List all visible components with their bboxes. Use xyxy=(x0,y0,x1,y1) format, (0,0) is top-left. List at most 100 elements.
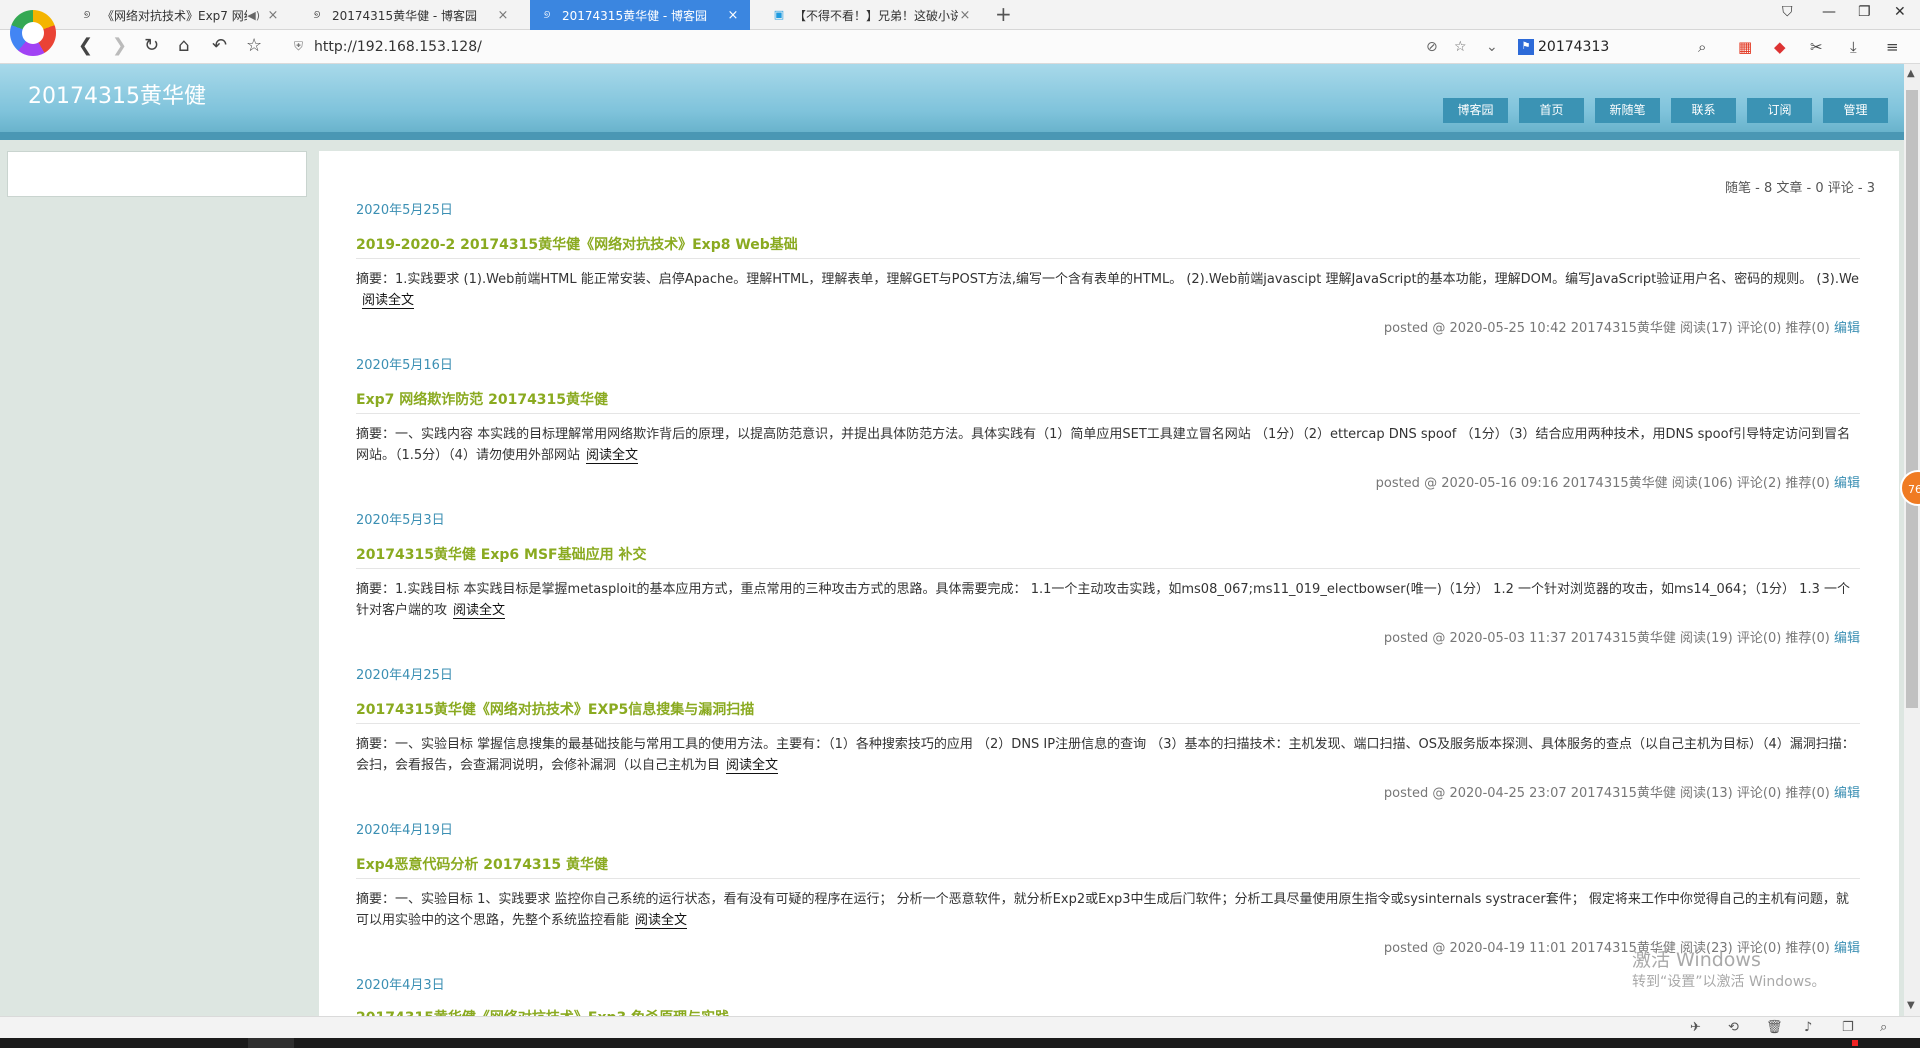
post-date[interactable]: 2020年5月25日 xyxy=(356,199,1860,218)
post-item: 2020年4月25日 20174315黄华健《网络对抗技术》EXP5信息搜集与漏… xyxy=(356,664,1860,801)
browser-status-bar: ✈ ⟲ 🗑 ♪ ❐ ⌕ xyxy=(0,1016,1920,1038)
nav-cnblogs[interactable]: 博客园 xyxy=(1443,98,1508,123)
scroll-down-icon[interactable]: ▼ xyxy=(1907,1000,1915,1011)
summary-text: 摘要：一、实践内容 本实践的目标理解常用网络欺诈背后的原理，以提高防范意识，并提… xyxy=(356,427,1851,463)
page-scrollbar[interactable]: ▲ ▼ xyxy=(1904,64,1920,1016)
search-input[interactable]: 20174313 xyxy=(1538,39,1609,55)
close-window-icon[interactable]: ✕ xyxy=(1894,4,1906,20)
post-date[interactable]: 2020年4月19日 xyxy=(356,819,1860,838)
browser-tab-bar: ୭ 《网络对抗技术》Exp7 网络欺诈 ◀) × ୭ 20174315黄华健 -… xyxy=(0,0,1920,30)
zoom-icon[interactable]: ⌕ xyxy=(1880,1020,1887,1035)
menu-icon[interactable]: ≡ xyxy=(1886,38,1899,56)
site-icon: ୭ xyxy=(543,8,551,21)
meta-text: posted @ 2020-04-19 11:01 20174315黄华健 阅读… xyxy=(1383,941,1830,956)
post-title[interactable]: 20174315黄华健 Exp6 MSF基础应用 补交 xyxy=(356,544,1860,569)
apps-icon[interactable]: ▦ xyxy=(1738,38,1752,56)
floating-badge[interactable]: 76 xyxy=(1900,470,1920,506)
close-icon[interactable]: × xyxy=(958,8,972,23)
download-icon[interactable]: ⤓ xyxy=(1850,38,1857,56)
site-icon: ୭ xyxy=(83,8,91,21)
site-icon: ୭ xyxy=(313,8,321,21)
game-icon[interactable]: ◆ xyxy=(1774,38,1786,56)
edit-link[interactable]: 编辑 xyxy=(1834,631,1860,646)
accelerate-icon[interactable]: ✈ xyxy=(1690,1020,1701,1035)
post-date[interactable]: 2020年5月3日 xyxy=(356,509,1860,528)
new-tab-button[interactable]: + xyxy=(995,4,1012,24)
reload-icon[interactable]: ↻ xyxy=(144,36,159,56)
shield-icon: ⛨ xyxy=(294,39,304,53)
scroll-up-icon[interactable]: ▲ xyxy=(1907,68,1915,79)
blog-header: 20174315黄华健 博客园 首页 新随笔 联系 订阅 管理 xyxy=(0,64,1904,140)
read-more-link[interactable]: 阅读全文 xyxy=(362,293,415,309)
notification-icon[interactable] xyxy=(1852,1040,1858,1046)
nav-home[interactable]: 首页 xyxy=(1519,98,1584,123)
window-icon[interactable]: ❐ xyxy=(1842,1020,1854,1035)
forward-icon[interactable]: ❯ xyxy=(112,36,127,56)
cleanup-icon[interactable]: ⟲ xyxy=(1728,1020,1739,1035)
blog-stats: 随笔 - 8 文章 - 0 评论 - 3 xyxy=(1725,181,1875,196)
blog-title[interactable]: 20174315黄华健 xyxy=(28,78,206,110)
star-icon[interactable]: ☆ xyxy=(246,36,262,56)
nav-contact[interactable]: 联系 xyxy=(1671,98,1736,123)
activation-watermark-subtitle: 转到“设置”以激活 Windows。 xyxy=(1632,974,1826,990)
meta-text: posted @ 2020-05-25 10:42 20174315黄华健 阅读… xyxy=(1383,321,1830,336)
post-date[interactable]: 2020年4月25日 xyxy=(356,664,1860,683)
post-date[interactable]: 2020年5月16日 xyxy=(356,354,1860,373)
blog-nav: 博客园 首页 新随笔 联系 订阅 管理 xyxy=(1443,98,1888,123)
post-summary: 摘要：一、实验目标 1、实践要求 监控你自己系统的运行状态，看有没有可疑的程序在… xyxy=(356,889,1860,931)
tv-icon: ▣ xyxy=(773,8,785,21)
post-summary: 摘要：一、实践内容 本实践的目标理解常用网络欺诈背后的原理，以提高防范意识，并提… xyxy=(356,424,1860,466)
nav-manage[interactable]: 管理 xyxy=(1823,98,1888,123)
close-icon[interactable]: × xyxy=(726,8,740,23)
read-more-link[interactable]: 阅读全文 xyxy=(453,603,506,619)
browser-tab-2[interactable]: ୭ 20174315黄华健 - 博客园 × xyxy=(300,0,520,30)
browser-tab-4[interactable]: ▣ 【不得不看！】兄弟！这破小说 × xyxy=(762,0,982,30)
compat-mode-icon[interactable]: ⊘ xyxy=(1426,39,1438,55)
post-item: 2020年5月3日 20174315黄华健 Exp6 MSF基础应用 补交 摘要… xyxy=(356,509,1860,646)
chevron-down-icon[interactable]: ⌄ xyxy=(1486,39,1498,55)
volume-icon[interactable]: ♪ xyxy=(1804,1020,1812,1035)
read-more-link[interactable]: 阅读全文 xyxy=(635,913,688,929)
edit-link[interactable]: 编辑 xyxy=(1834,941,1860,956)
summary-text: 摘要：一、实验目标 掌握信息搜集的最基础技能与常用工具的使用方法。主要有：（1）… xyxy=(356,737,1855,773)
read-more-link[interactable]: 阅读全文 xyxy=(726,758,779,774)
restore-icon[interactable]: ❐ xyxy=(1858,4,1871,20)
scissors-icon[interactable]: ✂ xyxy=(1810,38,1823,56)
summary-text: 摘要：1.实践目标 本实践目标是掌握metasploit的基本应用方式，重点常用… xyxy=(356,582,1850,618)
back-icon[interactable]: ❮ xyxy=(78,36,93,56)
post-title[interactable]: 20174315黄华健《网络对抗技术》Exp3 免杀原理与实践 xyxy=(356,1007,1860,1016)
read-more-link[interactable]: 阅读全文 xyxy=(585,448,638,464)
search-box[interactable]: ⚑ 20174313 xyxy=(1518,34,1718,60)
post-title[interactable]: Exp4恶意代码分析 20174315 黄华健 xyxy=(356,854,1860,879)
url-input[interactable]: http://192.168.153.128/ xyxy=(314,39,482,55)
nav-new-post[interactable]: 新随笔 xyxy=(1595,98,1660,123)
trash-icon[interactable]: 🗑 xyxy=(1766,1020,1783,1035)
shirt-icon[interactable]: ⛉ xyxy=(1782,4,1793,20)
search-icon[interactable]: ⌕ xyxy=(1698,38,1706,56)
home-icon[interactable]: ⌂ xyxy=(178,36,189,56)
undo-close-icon[interactable]: ↶ xyxy=(212,36,227,56)
scroll-thumb[interactable] xyxy=(1906,90,1918,708)
post-title[interactable]: 20174315黄华健《网络对抗技术》EXP5信息搜集与漏洞扫描 xyxy=(356,699,1860,724)
edit-link[interactable]: 编辑 xyxy=(1834,476,1860,491)
edit-link[interactable]: 编辑 xyxy=(1834,786,1860,801)
minimize-icon[interactable]: — xyxy=(1822,4,1836,20)
tab-title: 20174315黄华健 - 博客园 xyxy=(562,8,708,23)
search-engine-icon[interactable]: ⚑ xyxy=(1518,39,1534,55)
close-icon[interactable]: × xyxy=(266,8,280,23)
browser-tab-1[interactable]: ୭ 《网络对抗技术》Exp7 网络欺诈 ◀) × xyxy=(70,0,290,30)
taskbar-item[interactable] xyxy=(248,1038,294,1048)
close-icon[interactable]: × xyxy=(496,8,510,23)
nav-subscribe[interactable]: 订阅 xyxy=(1747,98,1812,123)
bookmark-star-icon[interactable]: ☆ xyxy=(1454,39,1467,55)
edit-link[interactable]: 编辑 xyxy=(1834,321,1860,336)
post-title[interactable]: 2019-2020-2 20174315黄华健《网络对抗技术》Exp8 Web基… xyxy=(356,234,1860,259)
activation-watermark-title: 激活 Windows xyxy=(1632,949,1761,971)
speaker-icon[interactable]: ◀) xyxy=(247,9,260,22)
post-title[interactable]: Exp7 网络欺诈防范 20174315黄华健 xyxy=(356,389,1860,414)
summary-text: 摘要：1.实践要求 (1).Web前端HTML 能正常安装、启停Apache。理… xyxy=(356,272,1860,287)
sidebar-box xyxy=(7,151,307,197)
post-item: 2020年4月19日 Exp4恶意代码分析 20174315 黄华健 摘要：一、… xyxy=(356,819,1860,956)
post-summary: 摘要：1.实践要求 (1).Web前端HTML 能正常安装、启停Apache。理… xyxy=(356,269,1860,311)
browser-tab-3[interactable]: ୭ 20174315黄华健 - 博客园 × xyxy=(530,0,750,30)
